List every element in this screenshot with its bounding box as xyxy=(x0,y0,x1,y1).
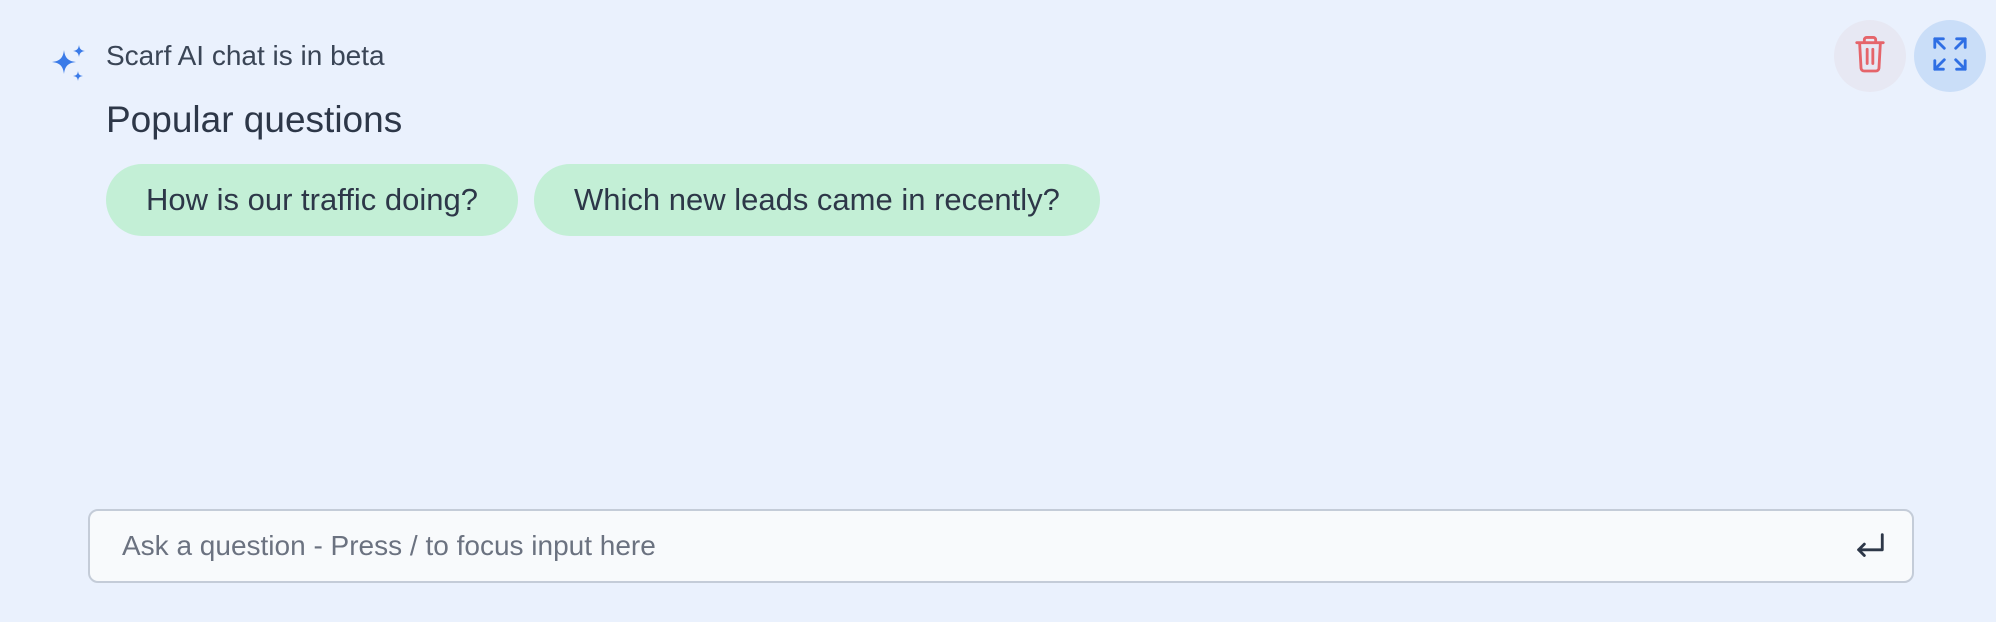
popular-questions-title: Popular questions xyxy=(106,99,403,140)
trash-icon xyxy=(1853,35,1887,78)
popular-questions-list: How is our traffic doing? Which new lead… xyxy=(106,164,1100,236)
beta-notice: Scarf AI chat is in beta xyxy=(106,40,385,71)
sparkles-icon xyxy=(48,44,90,86)
question-chip-leads[interactable]: Which new leads came in recently? xyxy=(533,164,1100,236)
expand-chat-button[interactable] xyxy=(1914,20,1986,92)
clear-chat-button[interactable] xyxy=(1834,20,1906,92)
chat-input-box xyxy=(88,509,1914,583)
expand-icon xyxy=(1931,35,1969,78)
enter-key-icon[interactable] xyxy=(1852,528,1888,564)
chat-input[interactable] xyxy=(90,511,1852,581)
question-chip-traffic[interactable]: How is our traffic doing? xyxy=(106,164,518,236)
